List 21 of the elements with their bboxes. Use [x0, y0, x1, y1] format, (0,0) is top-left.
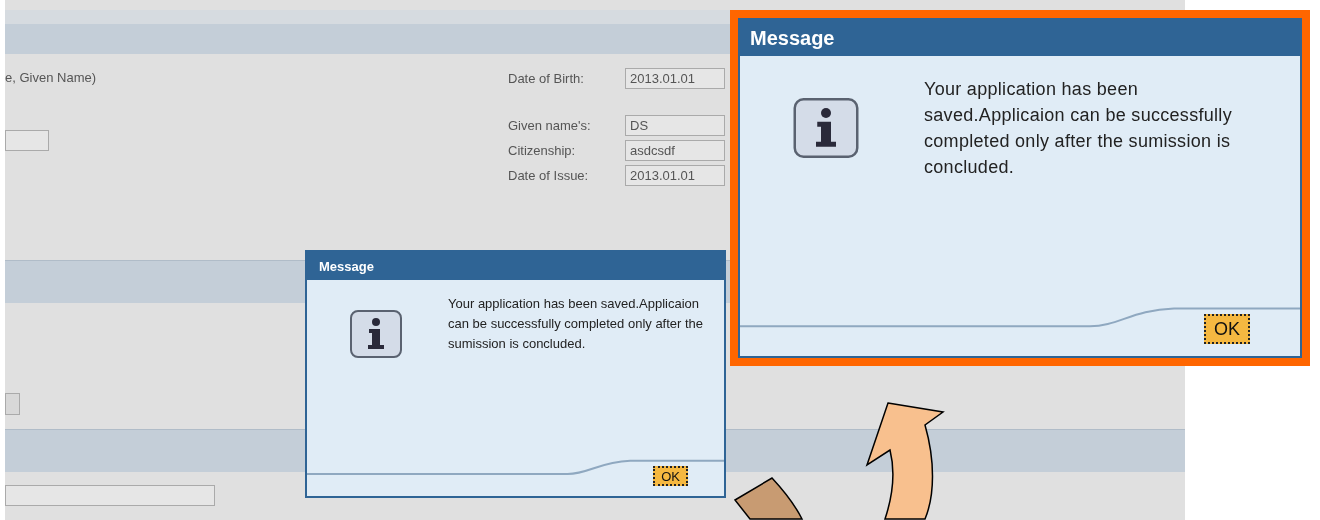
curved-arrow [734, 477, 803, 520]
ok-button[interactable]: OK [653, 466, 688, 486]
input-field[interactable]: 2013.01.01 [625, 68, 725, 89]
input-field[interactable] [5, 485, 215, 506]
dropdown-field[interactable] [5, 393, 20, 415]
dialog-message: Your application has been saved.Applicaion can be successfully completed only after the sumission is concluded. [924, 78, 1233, 179]
dialog-message: Your application has been saved.Applicaion can be successfully completed only after the sumission is concluded. [448, 295, 705, 353]
name-hint-label: e, Given Name) [5, 70, 98, 85]
input-field[interactable]: 2013.01.01 [625, 165, 725, 186]
field-label: Date of Birth: [508, 71, 585, 86]
dialog-title: Message [750, 26, 835, 50]
field-label: Given name's: [508, 118, 592, 133]
info-icon [350, 310, 402, 358]
input-field[interactable] [5, 130, 49, 151]
ok-button[interactable]: OK [1204, 314, 1250, 344]
info-icon [792, 98, 860, 158]
input-field[interactable]: asdcsdf [625, 140, 725, 161]
field-label: Date of Issue: [508, 168, 590, 183]
input-field[interactable]: DS [625, 115, 725, 136]
dialog-title: Message [319, 258, 374, 274]
field-label: Citizenship: [508, 143, 577, 158]
